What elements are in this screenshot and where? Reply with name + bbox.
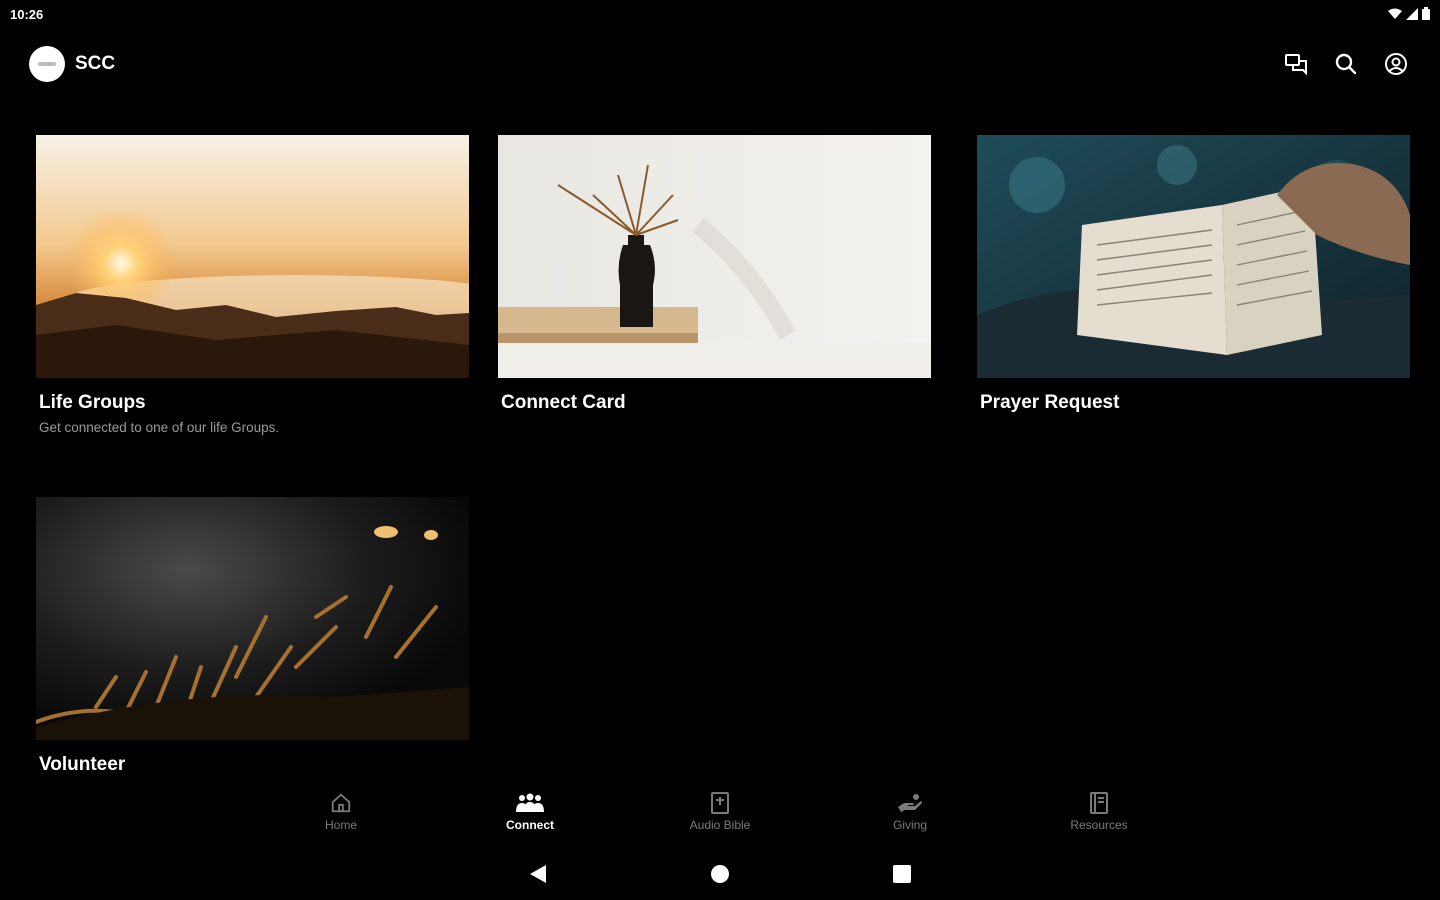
- nav-label: Home: [324, 818, 357, 832]
- search-button[interactable]: [1332, 50, 1360, 78]
- nav-label: Audio Bible: [689, 818, 751, 832]
- card-image-worship[interactable]: [36, 497, 469, 740]
- card-image-sunrise[interactable]: [36, 135, 469, 378]
- chat-button[interactable]: [1282, 50, 1310, 78]
- status-bar: 10:26: [0, 0, 1440, 28]
- recents-square-icon: [893, 865, 911, 883]
- nav-item-home[interactable]: Home: [286, 790, 396, 832]
- card-subtitle: Get connected to one of our life Groups.: [39, 420, 280, 435]
- nav-item-giving[interactable]: Giving: [855, 790, 965, 832]
- wifi-icon: [1388, 8, 1402, 19]
- card-prayer-request[interactable]: Prayer Request: [977, 135, 1410, 414]
- home-circle-icon: [711, 865, 729, 883]
- nav-item-connect[interactable]: Connect: [475, 790, 585, 832]
- card-image-bible[interactable]: [977, 135, 1410, 378]
- card-title: Connect Card: [501, 392, 626, 413]
- appbar-actions: [1282, 50, 1410, 78]
- nav-label: Giving: [892, 818, 927, 832]
- nav-label: Resources: [1070, 818, 1128, 832]
- home-icon: [331, 793, 351, 813]
- bible-icon: [711, 792, 729, 814]
- signal-icon: [1406, 7, 1418, 20]
- card-title: Life Groups: [39, 392, 146, 413]
- status-icons: [1388, 7, 1430, 20]
- system-recents-button[interactable]: [890, 862, 914, 886]
- card-volunteer[interactable]: Volunteer: [36, 497, 469, 776]
- back-triangle-icon: [530, 865, 546, 883]
- system-home-button[interactable]: [708, 862, 732, 886]
- people-icon: [516, 793, 544, 812]
- card-connect-card[interactable]: Connect Card: [498, 135, 931, 414]
- nav-label: Connect: [506, 818, 554, 832]
- bottom-navigation: Home Connect Audio Bible Giving Resource…: [0, 790, 1440, 844]
- giving-hand-icon: [898, 794, 922, 812]
- search-icon: [1335, 53, 1357, 75]
- app-title: SCC: [75, 53, 116, 74]
- card-title: Prayer Request: [980, 392, 1120, 413]
- book-icon: [1090, 792, 1108, 814]
- account-icon: [1385, 53, 1407, 75]
- card-life-groups[interactable]: Life Groups Get connected to one of our …: [36, 135, 469, 435]
- chat-icon: [1285, 54, 1307, 76]
- nav-item-resources[interactable]: Resources: [1044, 790, 1154, 832]
- nav-item-audio-bible[interactable]: Audio Bible: [665, 790, 775, 832]
- card-image-vase[interactable]: [498, 135, 931, 378]
- battery-icon: [1422, 7, 1430, 20]
- app-bar: SCC: [0, 40, 1440, 88]
- system-navigation: [0, 856, 1440, 892]
- card-title: Volunteer: [39, 754, 126, 775]
- status-time: 10:26: [10, 7, 44, 22]
- account-button[interactable]: [1382, 50, 1410, 78]
- system-back-button[interactable]: [526, 862, 550, 886]
- church-logo[interactable]: [29, 46, 65, 82]
